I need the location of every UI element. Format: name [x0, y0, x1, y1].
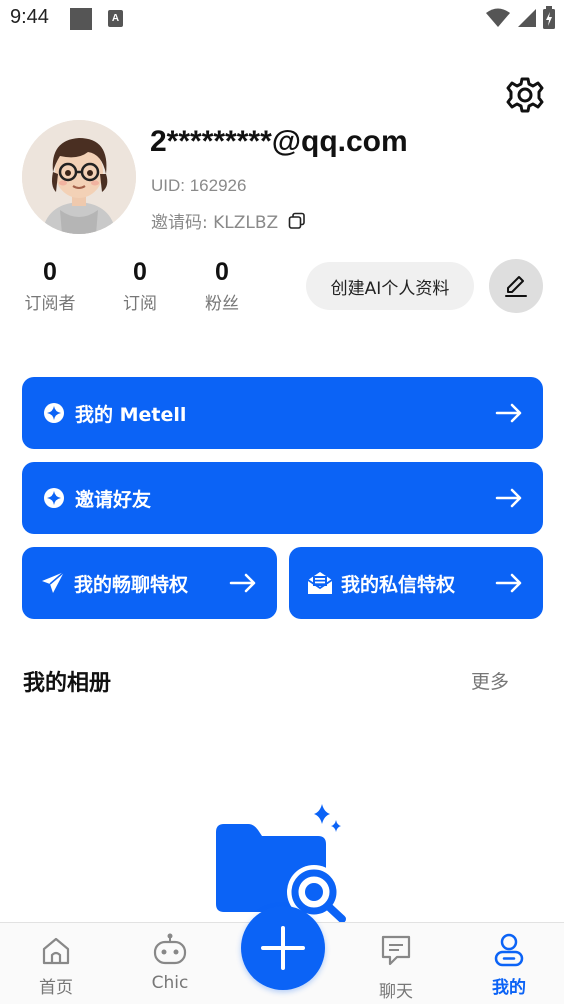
gear-icon	[506, 77, 544, 113]
invite-code-text: 邀请码: KLZLBZ	[151, 213, 279, 233]
invite-friends-card[interactable]: 邀请好友	[22, 462, 543, 534]
envelope-icon	[307, 572, 333, 594]
stat-fans[interactable]: 0 粉丝	[187, 258, 257, 314]
edit-profile-button[interactable]	[489, 259, 543, 313]
tab-chic-label: Chic	[151, 973, 189, 993]
invite-friends-label: 邀请好友	[75, 488, 152, 511]
status-time: 9:44	[10, 6, 49, 28]
user-profile-icon	[494, 933, 524, 967]
plus-icon	[261, 926, 305, 970]
tab-home-label: 首页	[39, 978, 73, 998]
copy-icon[interactable]	[288, 212, 306, 230]
stat-subscribers-label: 订阅者	[24, 294, 76, 314]
create-ai-profile-button[interactable]: 创建AI个人资料	[306, 262, 474, 310]
stat-fans-label: 粉丝	[205, 294, 239, 314]
chat-bubble-icon	[381, 935, 411, 966]
invite-code-row: 邀请码: KLZLBZ	[151, 208, 306, 233]
settings-button[interactable]	[505, 75, 545, 115]
paper-plane-icon	[42, 571, 65, 593]
stat-fans-value: 0	[215, 258, 229, 286]
dm-privilege-card[interactable]: 我的私信特权	[289, 547, 543, 619]
stat-subscriptions-label: 订阅	[123, 294, 157, 314]
notification-square-icon	[70, 8, 92, 30]
arrow-right-icon	[229, 573, 256, 593]
edit-pen-icon	[505, 276, 527, 297]
sparkle-circle-icon	[44, 403, 64, 423]
home-icon	[42, 937, 70, 965]
status-bar: 9:44 A	[0, 0, 564, 38]
my-metell-label: 我的 Metell	[75, 403, 187, 426]
tab-chat-label: 聊天	[379, 982, 413, 1002]
my-metell-card[interactable]: 我的 Metell	[22, 377, 543, 449]
robot-icon	[153, 933, 187, 965]
stat-subscriptions[interactable]: 0 订阅	[105, 258, 175, 314]
wifi-icon	[486, 8, 510, 27]
notification-a-icon: A	[108, 10, 123, 27]
tab-mine[interactable]: 我的	[469, 923, 549, 1004]
chat-privilege-card[interactable]: 我的畅聊特权	[22, 547, 277, 619]
uid-text: UID: 162926	[151, 176, 247, 195]
arrow-right-icon	[495, 488, 522, 508]
tab-chic[interactable]: Chic	[130, 923, 210, 1004]
stat-subscriptions-value: 0	[133, 258, 147, 286]
stat-subscribers-value: 0	[43, 258, 57, 286]
tab-chat[interactable]: 聊天	[356, 923, 436, 1004]
account-email: 2*********@qq.com	[150, 125, 408, 158]
arrow-right-icon	[495, 573, 522, 593]
arrow-right-icon	[495, 403, 522, 423]
battery-icon	[543, 6, 555, 29]
tab-home[interactable]: 首页	[16, 923, 96, 1004]
sparkle-circle-icon	[44, 488, 64, 508]
cellular-signal-icon	[518, 9, 536, 27]
avatar-illustration	[22, 120, 136, 234]
avatar[interactable]	[22, 120, 136, 234]
tab-mine-label: 我的	[492, 978, 526, 998]
album-more-link[interactable]: 更多	[471, 667, 509, 694]
album-section-title: 我的相册	[23, 671, 112, 696]
stat-subscribers[interactable]: 0 订阅者	[15, 258, 85, 314]
dm-privilege-label: 我的私信特权	[341, 573, 456, 596]
create-post-button[interactable]	[241, 906, 325, 990]
status-icons	[486, 6, 556, 30]
chat-privilege-label: 我的畅聊特权	[74, 573, 189, 596]
